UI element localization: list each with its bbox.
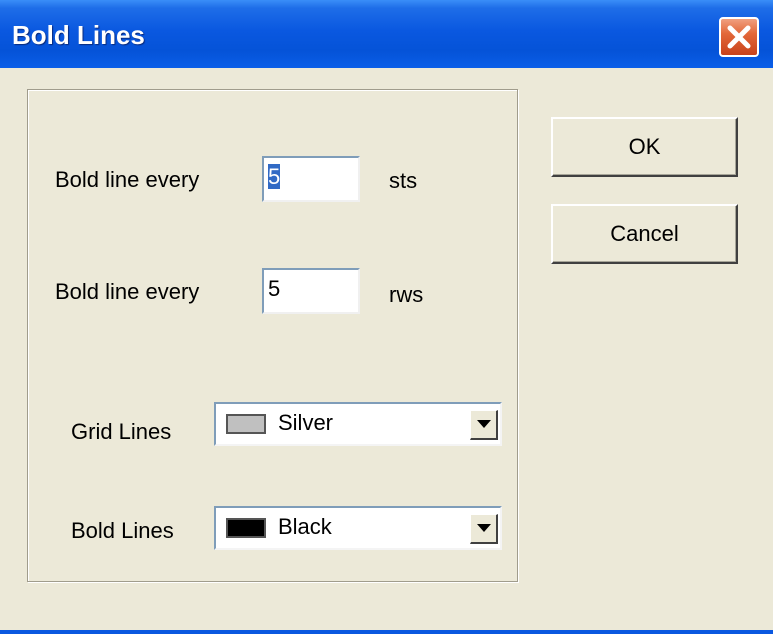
rows-unit: rws <box>389 282 424 307</box>
bold-lines-select[interactable]: Black <box>214 506 502 550</box>
close-button[interactable] <box>719 17 759 57</box>
grid-lines-dropdown-button[interactable] <box>470 410 498 440</box>
grid-lines-value: Silver <box>278 410 334 435</box>
bold-lines-dropdown-button[interactable] <box>470 514 498 544</box>
bold-lines-value: Black <box>278 514 332 539</box>
rows-input-value: 5 <box>268 276 281 301</box>
title-bar: Bold Lines <box>0 0 773 68</box>
stitches-input-value: 5 <box>268 164 281 189</box>
stitches-input[interactable]: 5 <box>262 156 360 202</box>
ok-button[interactable]: OK <box>551 117 738 177</box>
grid-lines-label: Grid Lines <box>71 419 172 444</box>
grid-lines-swatch <box>226 414 266 434</box>
bold-lines-swatch <box>226 518 266 538</box>
chevron-down-icon <box>477 420 491 428</box>
close-icon <box>727 25 751 49</box>
stitches-label: Bold line every <box>55 167 200 192</box>
grid-lines-select[interactable]: Silver <box>214 402 502 446</box>
rows-input[interactable]: 5 <box>262 268 360 314</box>
stitches-unit: sts <box>389 168 418 193</box>
window-bottom-border <box>0 630 773 634</box>
dialog-title: Bold Lines <box>12 20 145 50</box>
bold-lines-label: Bold Lines <box>71 518 174 543</box>
cancel-button[interactable]: Cancel <box>551 204 738 264</box>
chevron-down-icon <box>477 524 491 532</box>
rows-label: Bold line every <box>55 279 200 304</box>
